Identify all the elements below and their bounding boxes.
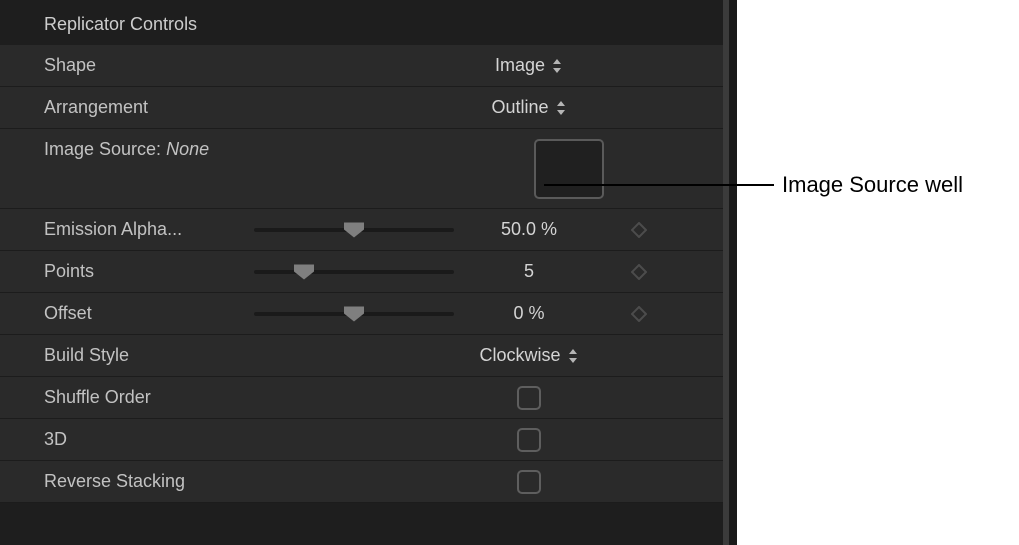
inspector-panel: Replicator Controls Shape Image Arrangem… <box>0 0 734 545</box>
shuffle-order-checkbox[interactable] <box>517 386 541 410</box>
label-offset: Offset <box>44 303 244 324</box>
callout-text: Image Source well <box>782 172 963 198</box>
image-source-value: None <box>166 139 209 159</box>
slider-thumb-icon <box>294 264 314 279</box>
row-arrangement: Arrangement Outline <box>0 87 734 129</box>
chevron-up-down-icon <box>567 348 579 364</box>
offset-value[interactable]: 0 % <box>454 303 604 324</box>
reverse-stacking-checkbox[interactable] <box>517 470 541 494</box>
row-image-source: Image Source: None <box>0 129 734 209</box>
3d-checkbox[interactable] <box>517 428 541 452</box>
label-arrangement: Arrangement <box>44 97 244 118</box>
points-value[interactable]: 5 <box>454 261 604 282</box>
section-title: Replicator Controls <box>0 10 734 45</box>
row-shuffle-order: Shuffle Order <box>0 377 734 419</box>
label-shape: Shape <box>44 55 244 76</box>
chevron-up-down-icon <box>551 58 563 74</box>
label-build-style: Build Style <box>44 345 244 366</box>
emission-alpha-value[interactable]: 50.0 % <box>454 219 604 240</box>
offset-slider[interactable] <box>254 303 454 325</box>
label-emission-alpha: Emission Alpha... <box>44 219 244 240</box>
row-offset: Offset 0 % <box>0 293 734 335</box>
label-shuffle-order: Shuffle Order <box>44 387 244 408</box>
label-image-source-text: Image Source: <box>44 139 161 159</box>
label-3d: 3D <box>44 429 244 450</box>
shape-select[interactable]: Image <box>495 55 563 76</box>
row-3d: 3D <box>0 419 734 461</box>
panel-edge-shadow <box>729 0 737 545</box>
slider-thumb-icon <box>344 306 364 321</box>
row-emission-alpha: Emission Alpha... 50.0 % <box>0 209 734 251</box>
chevron-up-down-icon <box>555 100 567 116</box>
keyframe-diamond-icon[interactable] <box>631 264 647 280</box>
label-reverse-stacking: Reverse Stacking <box>44 471 244 492</box>
row-build-style: Build Style Clockwise <box>0 335 734 377</box>
keyframe-diamond-icon[interactable] <box>631 306 647 322</box>
arrangement-select[interactable]: Outline <box>491 97 566 118</box>
points-slider[interactable] <box>254 261 454 283</box>
label-points: Points <box>44 261 244 282</box>
build-style-select-value: Clockwise <box>479 345 560 366</box>
row-points: Points 5 <box>0 251 734 293</box>
callout-line <box>544 184 774 186</box>
arrangement-select-value: Outline <box>491 97 548 118</box>
row-reverse-stacking: Reverse Stacking <box>0 461 734 503</box>
shape-select-value: Image <box>495 55 545 76</box>
build-style-select[interactable]: Clockwise <box>479 345 578 366</box>
emission-alpha-slider[interactable] <box>254 219 454 241</box>
keyframe-diamond-icon[interactable] <box>631 222 647 238</box>
image-source-well[interactable] <box>534 139 604 199</box>
label-image-source: Image Source: None <box>44 139 244 160</box>
row-shape: Shape Image <box>0 45 734 87</box>
slider-thumb-icon <box>344 222 364 237</box>
